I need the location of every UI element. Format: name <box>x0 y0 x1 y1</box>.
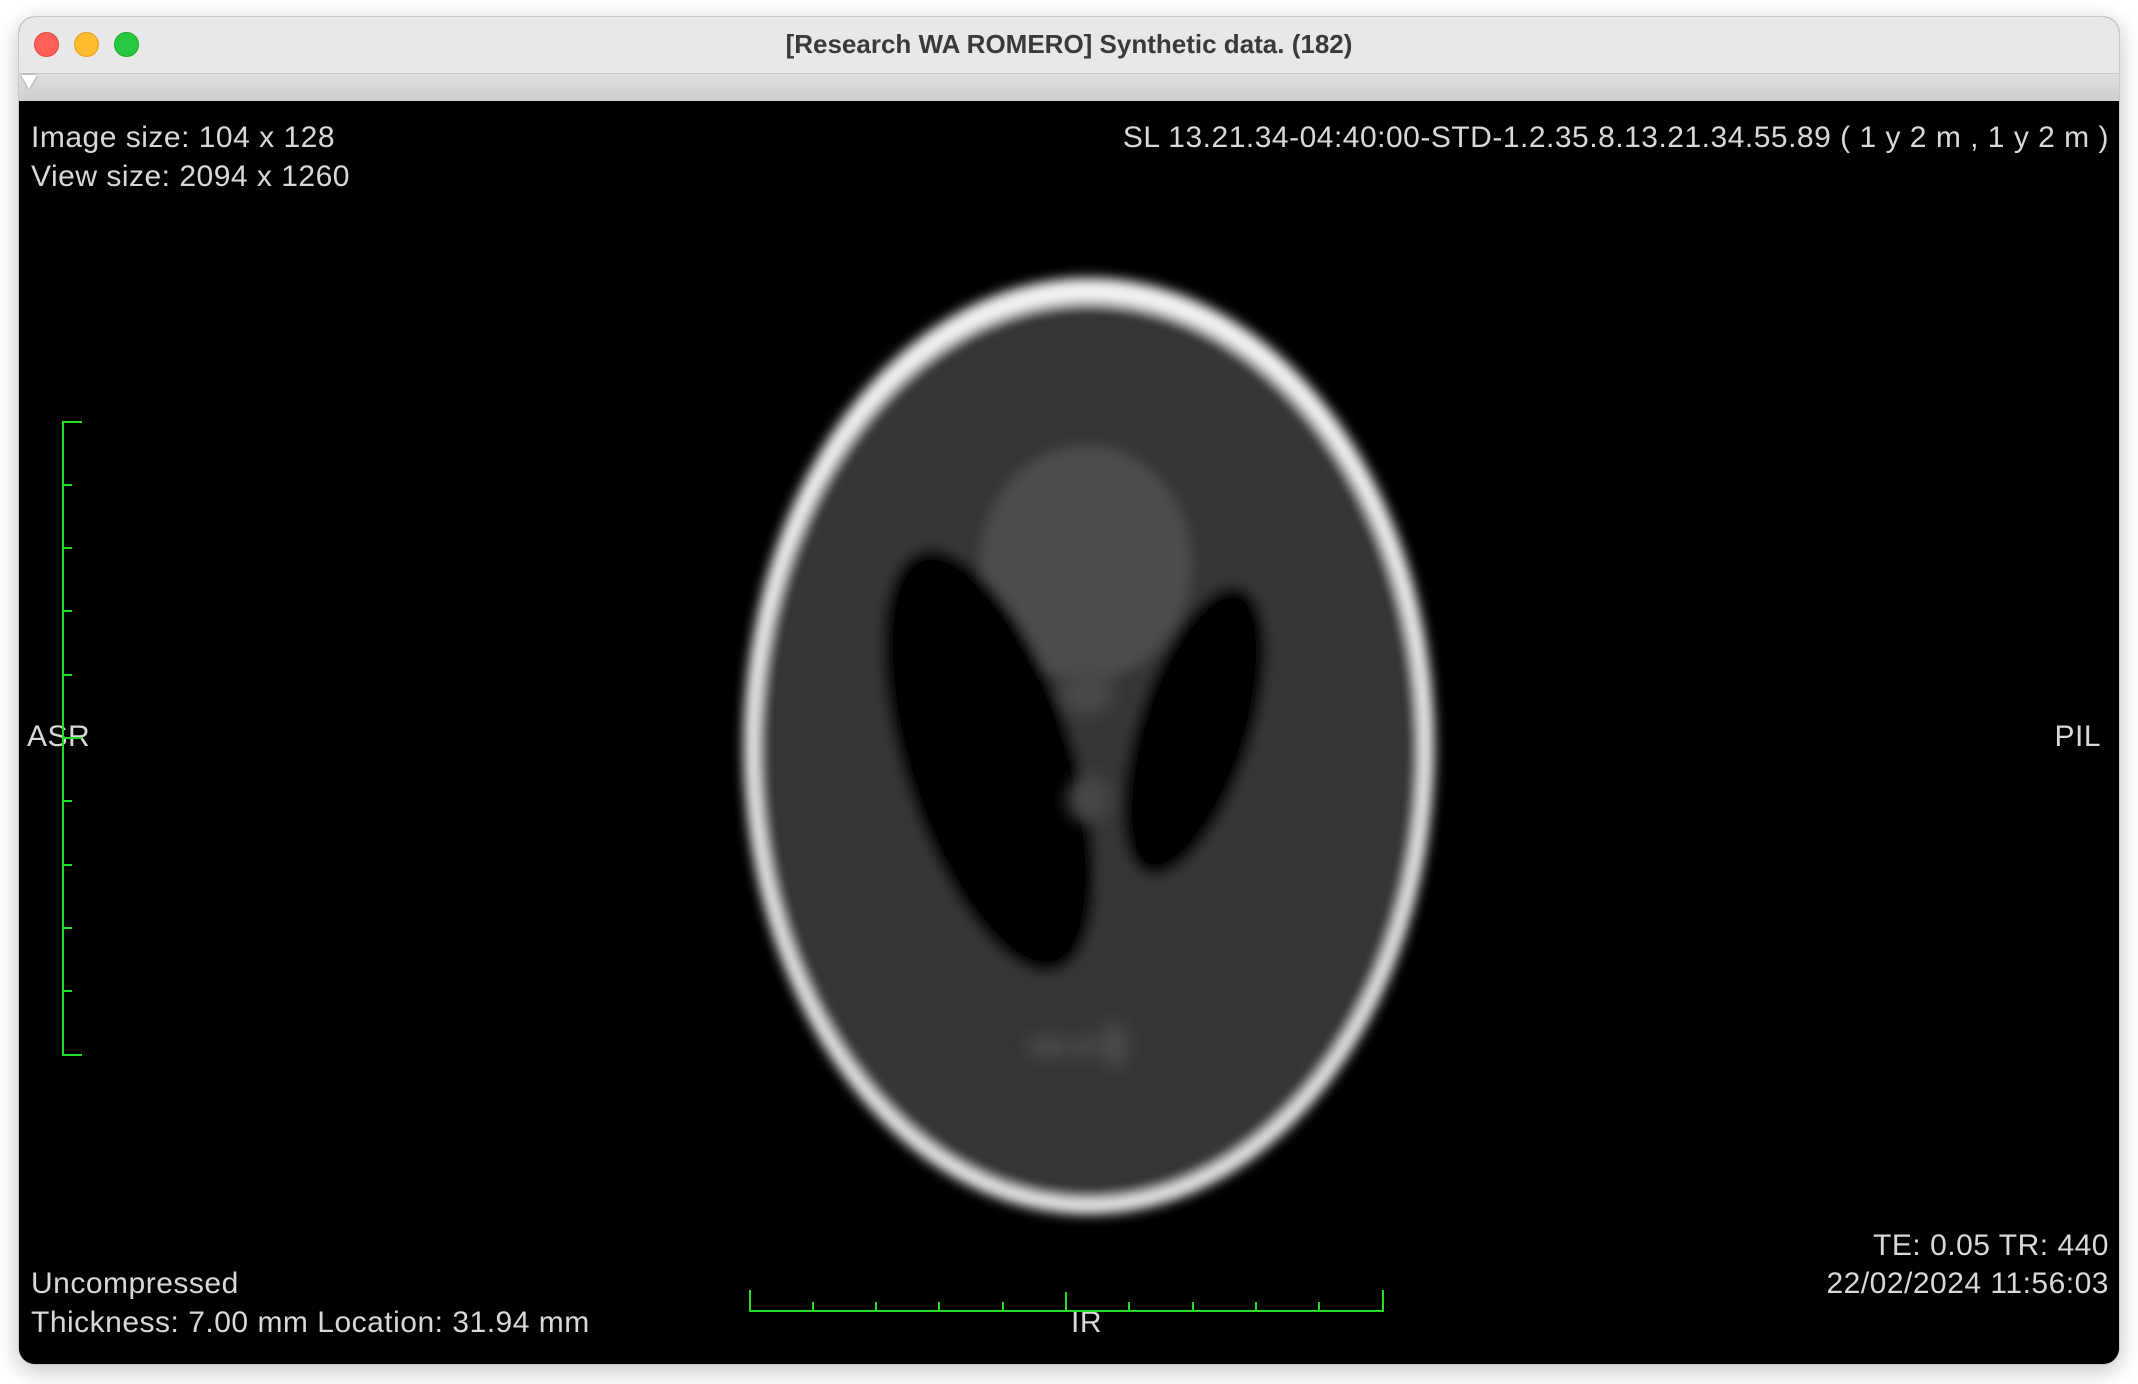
thickness-location-label: Thickness: 7.00 mm Location: 31.94 mm <box>31 1306 590 1339</box>
viewer-window: [Research WA ROMERO] Synthetic data. (18… <box>19 17 2119 1364</box>
datetime-label: 22/02/2024 11:56:03 <box>1826 1267 2109 1300</box>
slider-thumb-icon[interactable] <box>21 75 37 89</box>
horizontal-scale-bar <box>749 1290 1384 1312</box>
series-info-label: SL 13.21.34-04:40:00-STD-1.2.35.8.13.21.… <box>1122 121 2109 154</box>
image-viewport[interactable]: Image size: 104 x 128 View size: 2094 x … <box>19 101 2119 1364</box>
title-bar[interactable]: [Research WA ROMERO] Synthetic data. (18… <box>19 17 2119 74</box>
view-size-label: View size: 2094 x 1260 <box>31 160 350 193</box>
te-tr-label: TE: 0.05 TR: 440 <box>1873 1229 2109 1262</box>
image-size-label: Image size: 104 x 128 <box>31 121 336 154</box>
orientation-right-label: PIL <box>2054 720 2101 753</box>
compression-label: Uncompressed <box>31 1267 239 1300</box>
window-title: [Research WA ROMERO] Synthetic data. (18… <box>785 29 1353 59</box>
image-slider[interactable] <box>19 74 2119 102</box>
phantom-image <box>744 278 1434 1214</box>
vertical-scale-bar <box>62 421 82 1056</box>
